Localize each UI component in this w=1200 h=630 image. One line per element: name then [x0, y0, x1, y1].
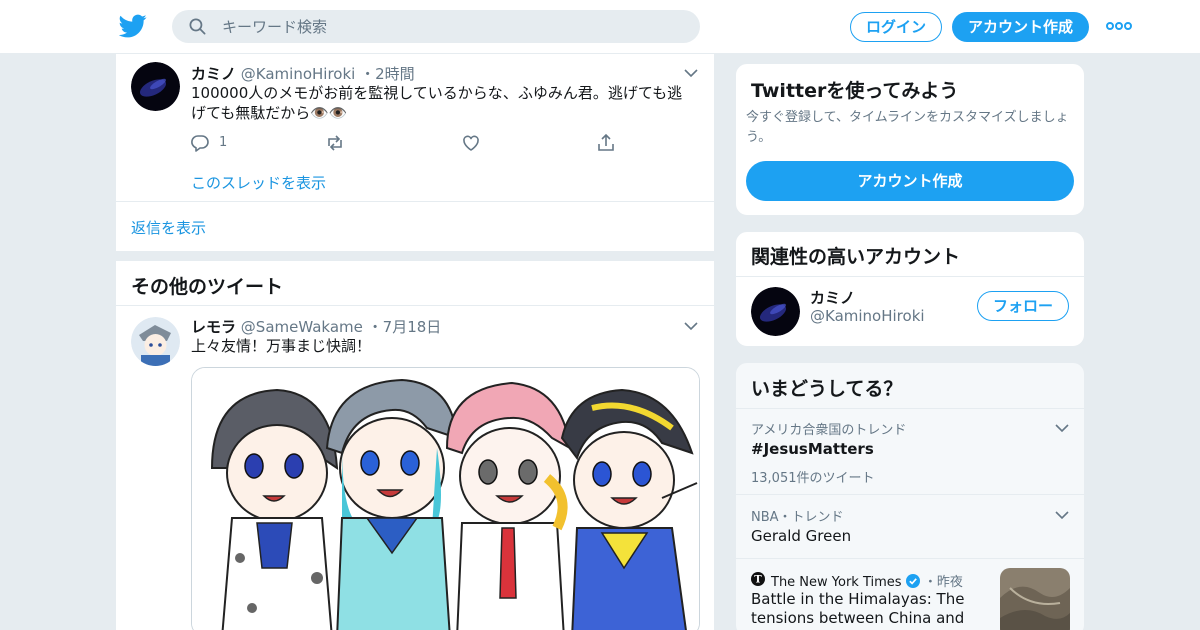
verified-badge-icon — [905, 574, 920, 588]
related-account-name[interactable]: カミノ — [810, 287, 855, 308]
search-bar[interactable] — [172, 10, 700, 43]
anime-illustration-image — [192, 368, 699, 630]
avatar-image — [131, 317, 180, 366]
divider — [116, 201, 714, 202]
more-tweets-heading: その他のツイート — [131, 276, 284, 298]
signup-button[interactable]: アカウント作成 — [952, 12, 1089, 42]
retweet-icon[interactable] — [325, 133, 345, 153]
news-time: ・昨夜 — [923, 575, 963, 590]
news-headline[interactable]: Battle in the Himalayas: The tensions be… — [751, 590, 991, 630]
more-options-icon[interactable] — [1106, 16, 1132, 36]
news-source-line: The New York Times ・昨夜 — [771, 571, 963, 590]
main-timeline: カミノ @KaminoHiroki ・2時間 100000人のメモがお前を監視し… — [115, 54, 715, 630]
tweet-text: 上々友情！万事まじ快調！ — [191, 337, 372, 355]
tweet-header: カミノ @KaminoHiroki ・2時間 — [191, 65, 415, 83]
trend-name[interactable]: #JesusMatters — [751, 440, 874, 458]
section-gap — [116, 251, 714, 261]
twitter-logo-icon[interactable] — [119, 12, 147, 40]
tweet-author-name[interactable]: レモラ — [191, 318, 236, 336]
avatar[interactable] — [751, 287, 800, 336]
divider — [116, 305, 714, 306]
avatar[interactable] — [131, 62, 180, 111]
related-accounts-card: 関連性の高いアカウント カミノ @KaminoHiroki フォロー — [735, 231, 1085, 347]
nyt-logo-icon: T — [751, 572, 765, 586]
avatar-image — [131, 62, 180, 111]
trends-card: いまどうしてる？ アメリカ合衆国のトレンド #JesusMatters 13,0… — [735, 362, 1085, 630]
avatar-image — [751, 287, 800, 336]
divider — [736, 276, 1084, 277]
follow-button[interactable]: フォロー — [977, 291, 1069, 321]
related-accounts-title: 関連性の高いアカウント — [751, 246, 961, 268]
reply-icon[interactable] — [190, 133, 210, 153]
tweet-author-name[interactable]: カミノ — [191, 65, 236, 83]
show-replies-link[interactable]: 返信を表示 — [131, 217, 206, 238]
chevron-down-icon[interactable] — [1055, 423, 1069, 433]
svg-text:T: T — [754, 575, 762, 586]
trend-name[interactable]: Gerald Green — [751, 527, 851, 545]
trend-context: アメリカ合衆国のトレンド — [751, 423, 907, 438]
top-navigation-bar: ログイン アカウント作成 — [0, 0, 1200, 54]
share-icon[interactable] — [596, 133, 616, 153]
trend-tweet-count: 13,051件のツイート — [751, 471, 875, 486]
news-thumbnail[interactable] — [1000, 568, 1070, 630]
chevron-down-icon[interactable] — [684, 68, 698, 78]
tweet-media-image[interactable] — [191, 367, 700, 630]
signup-card-description: 今すぐ登録して、タイムラインをカスタマイズしましょう。 — [746, 110, 1069, 145]
divider — [736, 494, 1084, 495]
trend-context: NBA・トレンド — [751, 510, 844, 525]
divider — [736, 558, 1084, 559]
search-icon — [189, 18, 206, 35]
chevron-down-icon[interactable] — [684, 321, 698, 331]
tweet-author-handle[interactable]: @KaminoHiroki — [241, 65, 356, 83]
tweet-header: レモラ @SameWakame ・7月18日 — [191, 318, 442, 336]
trends-title: いまどうしてる？ — [751, 378, 903, 400]
chevron-down-icon[interactable] — [1055, 510, 1069, 520]
avatar[interactable] — [131, 317, 180, 366]
reply-count: 1 — [219, 135, 228, 150]
tweet-text: 100000人のメモがお前を監視しているからな、ふゆみん君。逃げても逃げても無駄… — [191, 84, 683, 122]
like-heart-icon[interactable] — [461, 133, 481, 153]
related-account-handle[interactable]: @KaminoHiroki — [810, 307, 925, 325]
show-thread-link[interactable]: このスレッドを表示 — [191, 172, 326, 193]
signup-card: Twitterを使ってみよう 今すぐ登録して、タイムラインをカスタマイズしましょ… — [735, 63, 1085, 216]
mountain-landscape-image — [1000, 568, 1070, 630]
search-input[interactable] — [222, 10, 682, 43]
news-source[interactable]: The New York Times — [771, 575, 902, 590]
login-button[interactable]: ログイン — [850, 12, 942, 42]
divider — [736, 408, 1084, 409]
signup-card-title: Twitterを使ってみよう — [751, 80, 959, 102]
tweet-author-handle[interactable]: @SameWakame — [241, 318, 363, 336]
create-account-button[interactable]: アカウント作成 — [746, 161, 1074, 201]
tweet-timestamp[interactable]: 7月18日 — [383, 318, 442, 336]
tweet-timestamp[interactable]: 2時間 — [375, 65, 415, 83]
